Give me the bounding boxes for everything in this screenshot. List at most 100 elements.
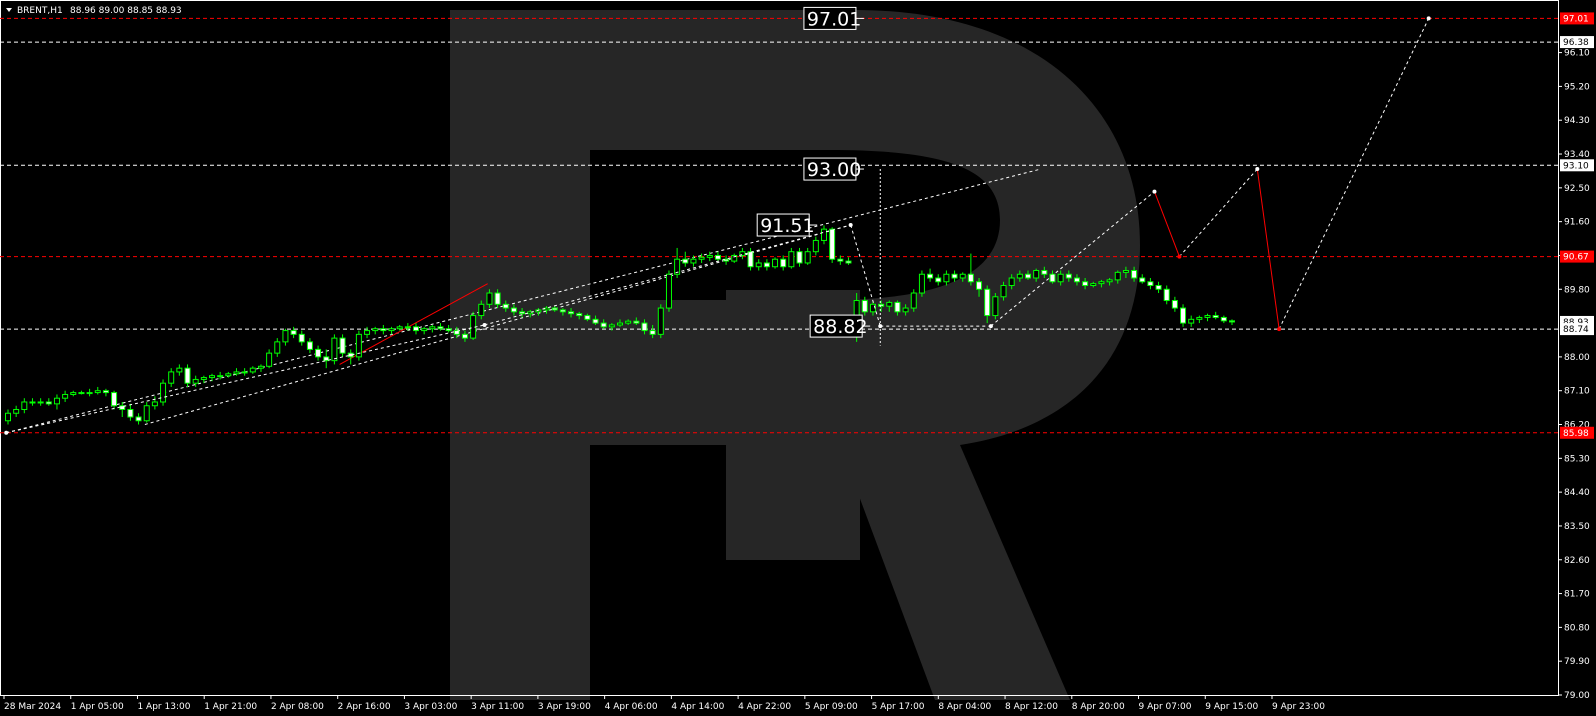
candle <box>119 401 126 417</box>
candle-body <box>592 318 599 324</box>
candle-body <box>225 373 232 377</box>
candle <box>665 270 672 312</box>
candle-body <box>1147 281 1154 287</box>
forecast-segment <box>1256 168 1280 330</box>
candle <box>788 247 795 269</box>
candle-body <box>959 273 966 279</box>
candle-body <box>53 397 60 405</box>
candle-body <box>910 292 917 309</box>
candle-body <box>698 256 705 260</box>
candle-body <box>1171 300 1178 309</box>
candle-body <box>257 365 264 369</box>
annotation-97-01: 97.01 <box>803 6 864 30</box>
candle <box>53 394 60 410</box>
candle-body <box>510 307 517 313</box>
candle-body <box>608 324 615 328</box>
candle-body <box>576 313 583 317</box>
candle-body <box>168 371 175 384</box>
y-tick-label: 96.10 <box>1564 49 1590 59</box>
candle <box>45 398 52 406</box>
candle-body <box>102 390 109 394</box>
candle <box>347 349 354 365</box>
x-axis: 28 Mar 2024 1 Apr 05:00 1 Apr 13:00 1 Apr 2… <box>3 695 1325 712</box>
y-tick-label: 79.00 <box>1564 691 1590 701</box>
annotation-text: 88.82 <box>813 316 867 338</box>
y-tick-label: 80.80 <box>1564 623 1590 633</box>
candle-body <box>13 408 20 414</box>
candle <box>102 388 109 397</box>
candle-body <box>1065 273 1072 279</box>
candle <box>86 388 93 397</box>
candle <box>1147 278 1154 290</box>
candle <box>1155 281 1162 294</box>
candle <box>698 253 705 263</box>
candle <box>780 255 787 271</box>
candle <box>127 403 134 421</box>
candle-body <box>266 352 273 367</box>
price-tag-93-10: 93.10 <box>1560 159 1594 172</box>
y-tick-label: 88.00 <box>1564 353 1590 363</box>
candle-body <box>559 309 566 313</box>
candle <box>323 349 330 369</box>
candle-body <box>943 273 950 283</box>
price-tag-text: 88.74 <box>1563 325 1589 335</box>
candle-body <box>600 322 607 328</box>
candle <box>78 390 85 395</box>
x-tick-label: 8 Apr 12:00 <box>1005 702 1058 712</box>
x-tick-label: 4 Apr 22:00 <box>738 702 791 712</box>
price-tag-96-38: 96.38 <box>1560 36 1594 49</box>
candle <box>331 334 338 365</box>
candle-body <box>584 315 591 320</box>
candle-body <box>502 303 509 309</box>
dropdown-triangle-icon[interactable] <box>6 8 12 12</box>
candle <box>943 270 950 286</box>
candle-body <box>37 401 44 404</box>
x-tick-label: 9 Apr 15:00 <box>1205 702 1258 712</box>
x-tick-label: 2 Apr 16:00 <box>338 702 391 712</box>
price-tag-85-98: 85.98 <box>1560 426 1594 439</box>
candle-body <box>886 301 893 307</box>
candle-body <box>1000 285 1007 298</box>
candle-body <box>984 288 991 317</box>
candle <box>1163 285 1170 305</box>
candle-body <box>1041 269 1048 275</box>
candle-body <box>1204 315 1211 318</box>
candle-body <box>665 273 672 309</box>
candle-body <box>143 405 150 422</box>
candle-body <box>437 326 444 330</box>
candle <box>763 259 770 271</box>
candle <box>29 398 36 406</box>
candle-body <box>682 258 689 264</box>
forecast-node <box>1177 254 1182 259</box>
candle-body <box>804 251 811 264</box>
candle <box>674 247 681 278</box>
candle-body <box>796 251 803 264</box>
candle <box>1196 315 1203 324</box>
candle-body <box>1106 279 1113 283</box>
candle-body <box>829 228 836 260</box>
y-tick-label: 91.60 <box>1564 218 1590 228</box>
candle <box>111 390 118 410</box>
annotation-91-51: 91.51 <box>756 213 818 237</box>
candle <box>1180 304 1187 327</box>
candle-body <box>127 408 134 418</box>
x-tick-label: 3 Apr 11:00 <box>471 702 524 712</box>
candle-body <box>894 301 901 313</box>
candle-body <box>1139 277 1146 283</box>
x-tick-label: 4 Apr 14:00 <box>671 702 724 712</box>
forecast-node <box>988 324 993 329</box>
candle <box>176 364 183 376</box>
candle-body <box>706 254 713 258</box>
candle-body <box>45 401 52 405</box>
candle-body <box>551 307 558 311</box>
candle-body <box>413 326 419 332</box>
candle <box>1139 274 1146 284</box>
candle-body <box>657 307 664 335</box>
candle <box>421 326 428 335</box>
candle-body <box>951 273 958 279</box>
candle-body <box>519 311 526 315</box>
candle-body <box>315 348 322 358</box>
candle <box>225 371 232 378</box>
candle-body <box>323 356 330 362</box>
candle-body <box>62 393 69 399</box>
